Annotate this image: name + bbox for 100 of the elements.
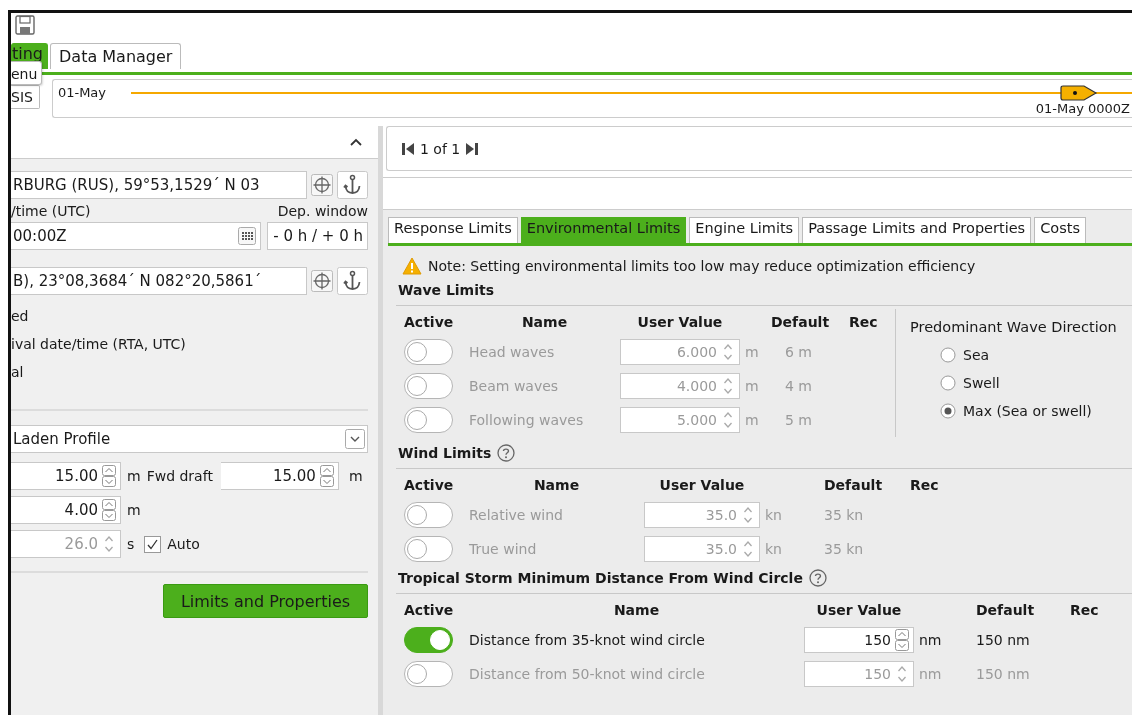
section-title: Wind Limits: [398, 445, 492, 461]
limit-name: Distance from 50-knot wind circle: [469, 665, 706, 684]
column-header: User Value: [815, 601, 903, 620]
help-icon[interactable]: [808, 569, 827, 587]
menu-popup[interactable]: enu: [11, 61, 43, 85]
page-indicator: 1 of 1: [420, 140, 461, 157]
field-label: /time (UTC): [11, 203, 91, 219]
column-header: Rec: [849, 313, 879, 332]
unit-label: m: [127, 502, 141, 518]
limit-name: Following waves: [469, 411, 585, 430]
tab[interactable]: Response Limits: [388, 217, 518, 243]
default-value: 35 kn: [824, 506, 865, 525]
tab[interactable]: Passage Limits and Properties: [802, 217, 1032, 243]
limits-button[interactable]: Limits and Properties: [163, 584, 368, 618]
unit-label: s: [127, 536, 135, 552]
anchor-button[interactable]: [337, 267, 368, 295]
radio-label: Swell: [963, 375, 1000, 391]
section-title: Tropical Storm Minimum Distance From Wind Circle: [398, 570, 803, 586]
toggle-switch[interactable]: [404, 536, 453, 562]
anchor-button[interactable]: [337, 171, 368, 199]
date-label: 01-May: [57, 85, 106, 100]
window-field[interactable]: - 0 h / + 0 h: [267, 222, 368, 250]
unit-label: kn: [765, 541, 782, 557]
column-header: Rec: [910, 476, 940, 495]
column-header: Active: [404, 601, 455, 620]
save-icon[interactable]: [15, 15, 35, 35]
radio-label: Sea: [963, 347, 990, 363]
unit-label: nm: [919, 666, 942, 682]
unit-label: m: [348, 468, 363, 484]
column-header: Active: [404, 313, 455, 332]
ship-marker-icon[interactable]: [1059, 85, 1098, 101]
column-header: User Value: [636, 313, 724, 332]
default-value: 6 m: [784, 343, 813, 362]
sis-button[interactable]: SIS: [11, 85, 40, 109]
field-label: Fwd draft: [146, 468, 213, 484]
group-title: Predominant Wave Direction: [910, 319, 1117, 335]
crosshair-button[interactable]: [311, 270, 333, 292]
limit-name: Relative wind: [469, 506, 564, 525]
help-icon[interactable]: [497, 444, 516, 462]
limit-name: Head waves: [469, 343, 556, 362]
spinner-icon[interactable]: [319, 465, 334, 487]
last-page-icon[interactable]: [465, 141, 480, 156]
unit-label: m: [745, 378, 759, 394]
checkbox-label: Auto: [167, 536, 200, 552]
spinner-icon[interactable]: [102, 499, 116, 521]
unit-label: nm: [919, 632, 942, 648]
tab[interactable]: Data Manager: [50, 43, 182, 69]
toggle-switch[interactable]: [404, 339, 453, 365]
default-value: 5 m: [784, 411, 813, 430]
option-label: ival date/time (RTA, UTC): [11, 335, 187, 354]
default-value: 150 nm: [976, 631, 1031, 650]
profile-dropdown[interactable]: Laden Profile: [11, 425, 368, 453]
column-header: Default: [976, 601, 1036, 620]
date-field[interactable]: 00:00Z: [11, 222, 262, 250]
radio-button[interactable]: [940, 403, 956, 419]
column-header: Name: [532, 476, 581, 495]
toggle-switch[interactable]: [404, 373, 453, 399]
calendar-button[interactable]: [238, 227, 257, 245]
default-value: 150 nm: [976, 665, 1031, 684]
unit-label: m: [745, 344, 759, 360]
tab[interactable]: Costs: [1034, 217, 1086, 243]
column-header: User Value: [658, 476, 746, 495]
limit-name: True wind: [469, 540, 538, 559]
collapse-caret-icon[interactable]: [350, 138, 362, 146]
spinner-icon[interactable]: [895, 629, 909, 651]
limit-name: Distance from 35-knot wind circle: [469, 631, 706, 650]
toggle-switch[interactable]: [404, 627, 453, 653]
column-header: Default: [824, 476, 884, 495]
note-text: Note: Setting environmental limits too low may reduce optimization efficiency: [428, 258, 976, 274]
radio-button[interactable]: [940, 347, 956, 363]
tab[interactable]: Environmental Limits: [520, 217, 687, 243]
column-header: Active: [404, 476, 455, 495]
toggle-switch[interactable]: [404, 407, 453, 433]
radio-button[interactable]: [940, 375, 956, 391]
unit-label: m: [127, 468, 141, 484]
number-field[interactable]: 15.00: [220, 462, 339, 490]
unit-label: kn: [765, 507, 782, 523]
destination-field[interactable]: B), 23°08,3684´ N 082°20,5861´: [11, 267, 307, 295]
column-header: Name: [520, 313, 569, 332]
toggle-switch[interactable]: [404, 502, 453, 528]
column-header: Rec: [1070, 601, 1100, 620]
limit-name: Beam waves: [469, 377, 560, 396]
default-value: 4 m: [784, 377, 813, 396]
spinner-icon[interactable]: [102, 465, 116, 487]
number-field[interactable]: 4.00: [11, 496, 121, 524]
toggle-switch[interactable]: [404, 661, 453, 687]
first-page-icon[interactable]: [401, 141, 415, 156]
option-label: ed: [11, 307, 30, 326]
tab[interactable]: Engine Limits: [689, 217, 800, 243]
number-field[interactable]: 150: [804, 627, 914, 653]
option-label: al: [11, 363, 25, 382]
column-header: Name: [612, 601, 661, 620]
default-value: 35 kn: [824, 540, 865, 559]
crosshair-button[interactable]: [311, 174, 333, 196]
marker-time: 01-May 0000Z: [1035, 101, 1130, 116]
warning-icon: [402, 257, 422, 275]
departure-field[interactable]: RBURG (RUS), 59°53,1529´ N 03: [11, 171, 307, 199]
section-title: Wave Limits: [398, 282, 495, 298]
number-field[interactable]: 15.00: [11, 462, 121, 490]
radio-label: Max (Sea or swell): [963, 403, 1092, 419]
